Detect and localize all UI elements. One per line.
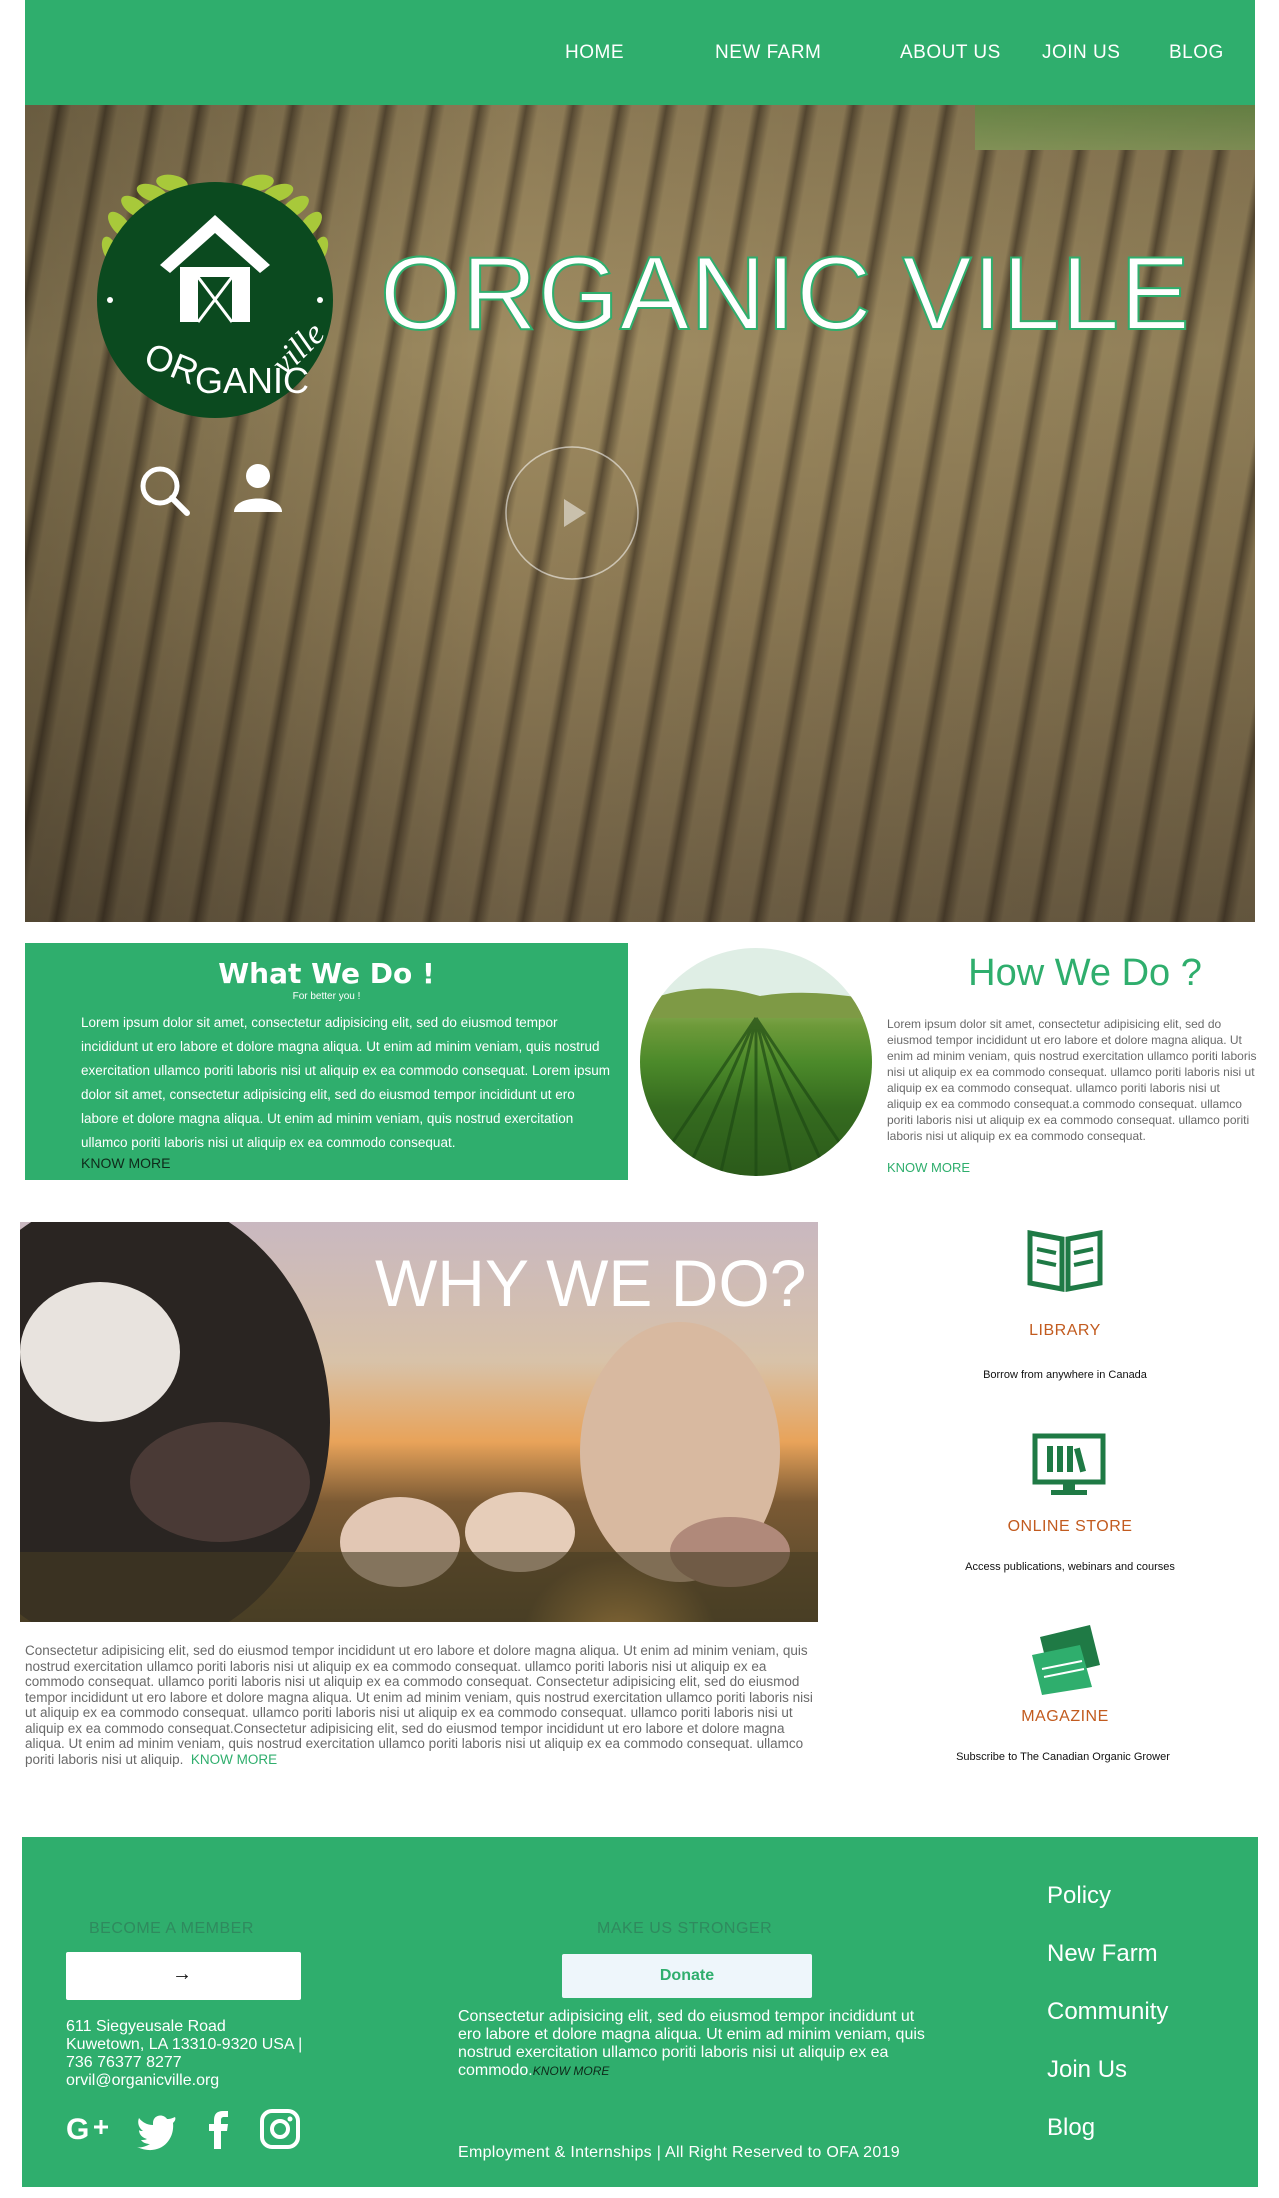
address-line-2: Kuwetown, LA 13310-9320 USA |	[66, 2036, 303, 2053]
magazine-title[interactable]: MAGAZINE	[915, 1708, 1215, 1726]
what-we-do-section: What We Do ! For better you ! Lorem ipsu…	[25, 943, 628, 1180]
hero-banner: OR GANIC ville ORGANIC VILLE	[25, 105, 1255, 922]
address-line-1: 611 Siegyeusale Road	[66, 2018, 226, 2035]
vineyard-illustration	[640, 988, 872, 1176]
nav-home[interactable]: HOME	[565, 42, 624, 64]
nav-about-us[interactable]: ABOUT US	[900, 42, 1001, 64]
footer-link-join-us[interactable]: Join Us	[1047, 2056, 1127, 2084]
what-we-do-know-more-link[interactable]: KNOW MORE	[81, 1155, 170, 1171]
footer: BECOME A MEMBER → 611 Siegyeusale Road K…	[22, 1837, 1258, 2187]
why-we-do-text: Consectetur adipisicing elit, sed do eiu…	[25, 1643, 825, 1767]
nav-blog[interactable]: BLOG	[1169, 42, 1224, 64]
make-us-stronger-text: Consectetur adipisicing elit, sed do eiu…	[458, 2008, 928, 2080]
online-store-description: Access publications, webinars and course…	[965, 1561, 1175, 1573]
twitter-icon[interactable]	[135, 2107, 179, 2151]
instagram-icon[interactable]	[258, 2107, 302, 2151]
google-plus-icon[interactable]: G	[66, 2107, 110, 2151]
what-we-do-title: What We Do !	[218, 957, 435, 990]
magazine-description: Subscribe to The Canadian Organic Grower	[956, 1751, 1170, 1763]
how-we-do-title: How We Do ?	[968, 952, 1202, 994]
contact-address: 611 Siegyeusale Road Kuwetown, LA 13310-…	[66, 2018, 302, 2090]
how-we-do-know-more-link[interactable]: KNOW MORE	[887, 1160, 970, 1175]
copyright-text: Employment & Internships | All Right Res…	[458, 2144, 900, 2161]
arrow-right-icon: →	[172, 1963, 192, 1985]
footer-link-community[interactable]: Community	[1047, 1998, 1168, 2026]
make-us-stronger-know-more-link[interactable]: KNOW MORE	[533, 2064, 610, 2078]
vineyard-image	[640, 948, 872, 1176]
svg-text:G: G	[66, 2113, 89, 2146]
online-store-title[interactable]: ONLINE STORE	[920, 1518, 1220, 1536]
play-video-button[interactable]	[502, 443, 642, 583]
organic-ville-logo[interactable]: OR GANIC ville	[80, 155, 350, 425]
make-us-stronger-paragraph: Consectetur adipisicing elit, sed do eiu…	[458, 2008, 925, 2079]
become-member-button[interactable]: →	[66, 1952, 301, 2000]
why-we-do-paragraph: Consectetur adipisicing elit, sed do eiu…	[25, 1643, 813, 1767]
footer-link-policy[interactable]: Policy	[1047, 1882, 1111, 1910]
footer-link-new-farm[interactable]: New Farm	[1047, 1940, 1158, 1968]
nav-new-farm[interactable]: NEW FARM	[715, 42, 821, 64]
why-we-do-know-more-link[interactable]: KNOW MORE	[191, 1752, 277, 1767]
become-member-heading: BECOME A MEMBER	[89, 1920, 254, 1937]
how-we-do-text: Lorem ipsum dolor sit amet, consectetur …	[887, 1017, 1257, 1143]
library-description: Borrow from anywhere in Canada	[983, 1369, 1147, 1381]
search-icon[interactable]	[137, 463, 193, 519]
magazine-icon[interactable]	[1020, 1625, 1110, 1695]
nav-join-us[interactable]: JOIN US	[1042, 42, 1120, 64]
why-we-do-title: WHY WE DO?	[375, 1246, 807, 1320]
make-us-stronger-heading: MAKE US STRONGER	[597, 1920, 773, 1937]
book-icon[interactable]	[1020, 1225, 1110, 1295]
what-we-do-text: Lorem ipsum dolor sit amet, consectetur …	[81, 1015, 611, 1150]
top-nav-bar: HOME NEW FARM ABOUT US JOIN US BLOG	[25, 0, 1255, 106]
phone-number: 736 76377 8277	[66, 2054, 182, 2071]
footer-link-blog[interactable]: Blog	[1047, 2114, 1095, 2142]
library-title[interactable]: LIBRARY	[915, 1322, 1215, 1340]
user-icon[interactable]	[230, 460, 286, 516]
hero-title: ORGANIC VILLE	[379, 235, 1191, 353]
what-we-do-subtitle: For better you !	[292, 991, 361, 1002]
monitor-icon[interactable]	[1025, 1430, 1115, 1500]
facebook-icon[interactable]	[197, 2107, 241, 2151]
email-address[interactable]: orvil@organicville.org	[66, 2072, 302, 2090]
donate-button[interactable]: Donate	[562, 1954, 812, 1998]
